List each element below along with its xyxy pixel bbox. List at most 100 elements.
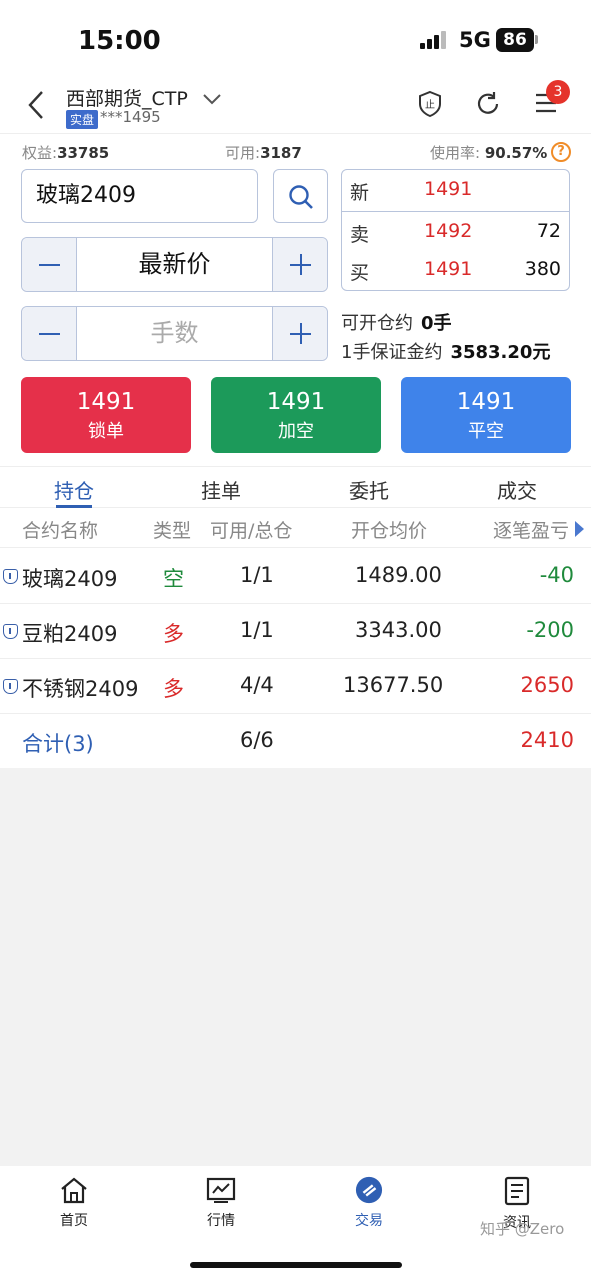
total-label: 合计(3) — [22, 732, 94, 756]
add-short-button[interactable]: 1491 加空 — [211, 377, 381, 453]
openable-label: 可开仓约 — [341, 313, 413, 334]
lock-button-price: 1491 — [76, 389, 136, 415]
ask-volume: 72 — [536, 220, 561, 242]
row-type: 多 — [163, 677, 184, 701]
col-pnl: 逐笔盈亏 — [493, 520, 570, 542]
row-position: 4/4 — [240, 673, 274, 697]
bid-row[interactable]: 买 1491 380 — [342, 258, 569, 288]
nav-home[interactable]: 首页 — [34, 1176, 114, 1230]
symbol-input[interactable]: 玻璃2409 — [21, 169, 258, 223]
col-position: 可用/总仓 — [210, 520, 293, 542]
last-price: 1491 — [424, 178, 473, 200]
row-avg-price: 13677.50 — [343, 673, 444, 697]
quote-divider — [342, 211, 569, 212]
last-label: 新 — [350, 182, 370, 204]
quantity-minus-button[interactable] — [22, 307, 77, 360]
bid-label: 买 — [350, 262, 370, 284]
price-plus-button[interactable] — [272, 238, 327, 291]
col-contract: 合约名称 — [22, 520, 99, 542]
search-icon — [289, 185, 313, 209]
more-columns-icon[interactable] — [575, 521, 584, 537]
trade-icon — [355, 1176, 383, 1204]
tab-positions[interactable]: 持仓 — [54, 475, 94, 504]
price-stepper: 最新价 — [21, 237, 328, 292]
nav-market[interactable]: 行情 — [181, 1176, 261, 1230]
bid-price: 1491 — [424, 258, 473, 280]
nav-market-label: 行情 — [207, 1213, 235, 1229]
ask-price: 1492 — [424, 220, 473, 242]
status-time: 15:00 — [78, 26, 161, 56]
account-name[interactable]: 西部期货_CTP — [66, 84, 188, 111]
usage-value: 90.57% — [484, 144, 548, 162]
row-position: 1/1 — [240, 618, 274, 642]
quantity-plus-button[interactable] — [272, 307, 327, 360]
battery-icon: 86 — [496, 28, 534, 52]
price-type[interactable]: 最新价 — [77, 238, 272, 291]
notification-badge: 3 — [546, 80, 570, 104]
watermark: 知乎 @Zero — [480, 1220, 565, 1238]
price-minus-button[interactable] — [22, 238, 77, 291]
account-type-badge: 实盘 — [66, 110, 99, 129]
table-row[interactable]: 豆粕2409 多 1/1 3343.00 -200 — [0, 604, 591, 659]
news-icon — [504, 1176, 530, 1206]
search-button[interactable] — [273, 169, 328, 223]
bid-volume: 380 — [524, 258, 561, 280]
position-tabs: 持仓 挂单 委托 成交 — [0, 466, 591, 508]
refresh-icon[interactable] — [475, 91, 501, 117]
tab-pending[interactable]: 挂单 — [201, 475, 241, 504]
tab-orders[interactable]: 委托 — [349, 475, 389, 504]
available-label: 可用: — [225, 144, 261, 162]
quote-panel: 新 1491 卖 1492 72 买 1491 380 — [341, 169, 570, 291]
last-price-row: 新 1491 — [342, 178, 569, 208]
help-icon[interactable]: ? — [551, 142, 571, 162]
status-bar: 15:00 5G 86 — [0, 0, 591, 80]
margin-per-lot-label: 1手保证金约 — [341, 342, 443, 363]
row-type: 多 — [163, 622, 184, 646]
add-short-button-price: 1491 — [266, 389, 326, 415]
stop-loss-icon — [3, 624, 18, 639]
nav-home-label: 首页 — [60, 1213, 88, 1229]
add-short-button-label: 加空 — [278, 421, 314, 442]
lock-button-label: 锁单 — [88, 421, 124, 442]
tab-trades[interactable]: 成交 — [497, 475, 537, 504]
row-pnl: 2650 — [520, 673, 574, 697]
openable-value: 0手 — [421, 313, 452, 334]
row-contract: 玻璃2409 — [22, 567, 118, 591]
col-avg-price: 开仓均价 — [351, 520, 428, 542]
equity: 权益:33785 — [22, 142, 109, 163]
back-icon[interactable] — [24, 88, 48, 122]
equity-value: 33785 — [57, 144, 110, 162]
row-pnl: -200 — [526, 618, 574, 642]
battery-tip — [535, 35, 538, 44]
usage: 使用率: 90.57% — [430, 142, 547, 163]
row-avg-price: 3343.00 — [355, 618, 442, 642]
row-pnl: -40 — [539, 563, 574, 587]
nav-trade[interactable]: 交易 — [329, 1176, 409, 1230]
home-icon — [61, 1177, 87, 1204]
ask-row[interactable]: 卖 1492 72 — [342, 220, 569, 250]
col-type: 类型 — [153, 520, 192, 542]
table-header: 合约名称 类型 可用/总仓 开仓均价 逐笔盈亏 — [0, 508, 591, 548]
row-type: 空 — [163, 567, 184, 591]
account-id: ***1495 — [100, 108, 161, 126]
equity-label: 权益: — [22, 144, 58, 162]
chevron-down-icon[interactable] — [202, 92, 222, 106]
available: 可用:3187 — [225, 142, 302, 163]
nav-trade-label: 交易 — [355, 1213, 383, 1229]
stop-loss-icon[interactable]: 止 — [417, 90, 443, 118]
row-avg-price: 1489.00 — [355, 563, 442, 587]
quantity-input[interactable]: 手数 — [77, 307, 272, 360]
stop-loss-icon — [3, 569, 18, 584]
available-value: 3187 — [260, 144, 302, 162]
lock-button[interactable]: 1491 锁单 — [21, 377, 191, 453]
total-pnl: 2410 — [520, 728, 574, 752]
total-row: 合计(3) 6/6 2410 — [0, 714, 591, 769]
table-row[interactable]: 玻璃2409 空 1/1 1489.00 -40 — [0, 549, 591, 604]
home-indicator — [190, 1262, 402, 1268]
usage-label: 使用率: — [430, 144, 481, 162]
close-short-button[interactable]: 1491 平空 — [401, 377, 571, 453]
margin-per-lot-info: 1手保证金约 3583.20元 — [341, 338, 550, 364]
row-contract: 不锈钢2409 — [22, 677, 139, 701]
svg-text:止: 止 — [425, 99, 435, 111]
table-row[interactable]: 不锈钢2409 多 4/4 13677.50 2650 — [0, 659, 591, 714]
